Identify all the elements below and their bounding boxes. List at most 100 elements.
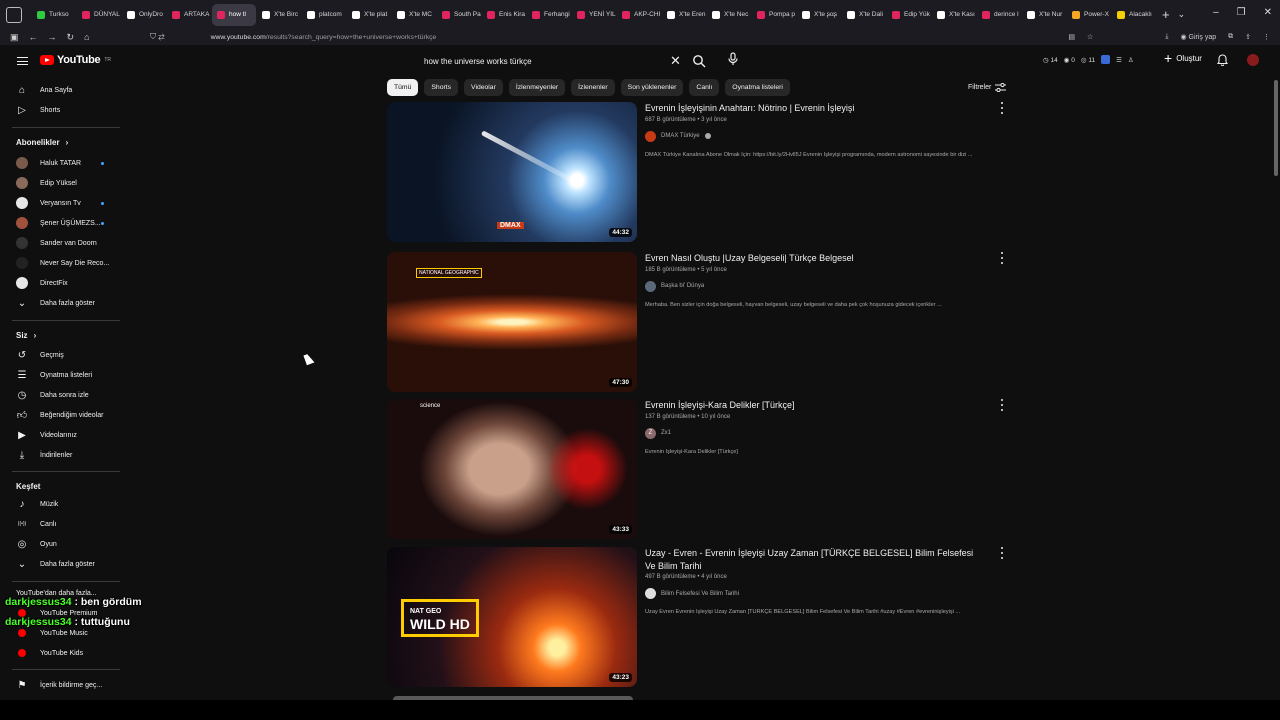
channel-link[interactable]: DMAX Türkiye [645,130,985,142]
video-title[interactable]: Evrenin İşleyişi-Kara Delikler [Türkçe] [645,399,985,412]
search-input[interactable] [416,56,656,66]
url-field[interactable]: www.youtube.com/results?search_query=how… [211,34,437,41]
browser-tab[interactable]: X'te Birc [257,4,301,26]
filter-chip[interactable]: Tümü [387,79,419,96]
browser-tab[interactable]: AKP-CHI [617,4,661,26]
bookmark-icon[interactable]: ☆ [1087,33,1093,41]
back-icon[interactable]: ← [29,32,38,43]
show-more-button[interactable]: ⌄ Daha fazla göster [16,556,116,572]
new-tab-icon[interactable]: + [1162,7,1170,22]
browser-tab[interactable]: X'te ʂαʂ [797,4,841,26]
clear-search-icon[interactable]: ✕ [670,53,681,69]
sidebar-item[interactable]: ⤓ İndirilenler [16,447,116,463]
filters-button[interactable]: Filtreler [968,83,1007,92]
video-thumbnail[interactable]: NATIONAL GEOGRAPHIC 47:30 [387,252,637,392]
video-thumbnail[interactable]: DMAX 44:32 [387,102,637,242]
extensions-icon[interactable]: ⧉ [1228,33,1233,41]
more-actions-icon[interactable] [999,252,1005,264]
more-actions-icon[interactable] [999,547,1005,559]
browser-tab[interactable]: Power-X [1067,4,1111,26]
window-menu-icon[interactable] [6,6,22,23]
account-avatar[interactable] [1247,54,1259,66]
sidebar-item[interactable]: ▶ Videolarınız [16,427,116,443]
filter-chip[interactable]: Canlı [689,79,720,96]
filter-chip[interactable]: Son yüklenenler [620,79,684,96]
video-thumbnail[interactable]: NAT GEO WILD HD 43:23 [387,547,637,687]
sidebar-section-title[interactable]: Keşfet [16,482,40,491]
browser-tab[interactable]: X'te Kası [932,4,976,26]
signin-button[interactable]: ◉ Giriş yap [1180,33,1216,41]
sidebar-item[interactable]: ☰ Oynatma listeleri [16,367,116,383]
browser-tab[interactable]: X'te MC [392,4,436,26]
browser-tab[interactable]: X'te Dali [842,4,886,26]
more-actions-icon[interactable] [999,399,1005,411]
tab-list-chevron-icon[interactable]: ⌄ [1178,9,1186,20]
reload-icon[interactable]: ↻ [67,32,75,43]
close-window-icon[interactable]: ✕ [1264,7,1272,18]
browser-tab[interactable]: X'te plat [347,4,391,26]
video-title[interactable]: Evrenin İşleyişinin Anahtarı: Nötrino | … [645,102,985,115]
filter-chip[interactable]: Oynatma listeleri [725,79,790,96]
sidebar-item[interactable]: Şener ÜŞÜMEZS... [16,215,116,231]
sidebar-item[interactable]: Veryansın Tv [16,195,116,211]
youtube-app-link[interactable]: YouTube Kids [16,645,116,661]
channel-link[interactable]: Bilim Felsefesi Ve Bilim Tarihi [645,588,985,599]
sidebar-item[interactable]: ♪ Müzik [16,496,116,512]
video-title[interactable]: Evren Nasıl Oluştu |Uzay Belgeseli| Türk… [645,252,985,265]
browser-tab[interactable]: OnlyDro [122,4,166,26]
browser-tab[interactable]: DÜNYAL [77,4,121,26]
sidebar-item[interactable]: ↺ Geçmiş [16,347,116,363]
sidebar-item[interactable]: ⚑ İçerik bildirme geç... [16,677,116,693]
filter-chip[interactable]: İzlenenler [571,79,615,96]
home-browser-icon[interactable]: ⌂ [84,32,89,43]
browser-tab[interactable]: Pompa p [752,4,796,26]
download-browser-icon[interactable]: ⤓ [1165,33,1168,41]
sidebar-toggle-icon[interactable]: ▣ [10,32,19,43]
sidebar-item[interactable]: ◎ Oyun [16,536,116,552]
sidebar-section-title[interactable]: Abonelikler › [16,138,68,147]
filter-chip[interactable]: Videolar [464,79,503,96]
sidebar-item[interactable]: Edip Yüksel [16,175,116,191]
browser-tab[interactable]: X'te Nur [1022,4,1066,26]
browser-tab[interactable]: ARTAKA [167,4,211,26]
browser-tab[interactable]: X'te Nec [707,4,751,26]
browser-tab[interactable]: YENİ YIL [572,4,616,26]
browser-tab[interactable]: Turkso [32,4,76,26]
browser-tab[interactable]: Alacaklı [1112,4,1156,26]
video-title[interactable]: Uzay - Evren - Evrenin İşleyişi Uzay Zam… [645,547,985,572]
list-icon[interactable]: ☰ [1116,56,1122,64]
sidebar-section-title[interactable]: Siz › [16,331,36,340]
browser-tab[interactable]: how tl [212,3,256,26]
reader-icon[interactable]: ▤ [1068,33,1075,41]
extension-icon[interactable] [1101,55,1111,64]
more-actions-icon[interactable] [999,102,1005,114]
show-more-button[interactable]: ⌄ Daha fazla göster [16,295,116,311]
browser-tab[interactable]: Enis Kira [482,4,526,26]
browser-tab[interactable]: Ferhangi [527,4,571,26]
browser-tab[interactable]: X'te Eren [662,4,706,26]
search-icon[interactable] [692,54,706,68]
sidebar-item[interactable]: 👍︎ Beğendiğim videolar [16,407,116,423]
guide-menu-icon[interactable] [17,57,28,65]
sidebar-item[interactable]: ((•)) Canlı [16,516,116,532]
sidebar-item[interactable]: ◷ Daha sonra izle [16,387,116,403]
page-scrollbar[interactable] [1274,80,1278,176]
trophy-icon[interactable]: ♙ [1128,56,1134,64]
site-info-icon[interactable]: ⛉ ⇄ [150,32,165,42]
notifications-bell-icon[interactable] [1217,54,1228,66]
voice-search-icon[interactable] [726,52,740,66]
sidebar-item[interactable]: Never Say Die Reco... [16,255,116,271]
channel-link[interactable]: Z Zx1 [645,427,985,439]
channel-link[interactable]: Başka bi' Dünya [645,280,985,292]
browser-tab[interactable]: platcom [302,4,346,26]
browser-menu-icon[interactable]: ⋮ [1263,33,1270,41]
sidebar-item[interactable]: ▷ Shorts [16,102,116,118]
sidebar-item[interactable]: ⌂ Ana Sayfa [16,82,116,98]
browser-tab[interactable]: Edip Yük [887,4,931,26]
sidebar-item[interactable]: DirectFix [16,275,116,291]
youtube-logo[interactable]: YouTube TR [40,54,111,66]
video-thumbnail[interactable]: science 43:33 [387,399,637,539]
create-button[interactable]: + Oluştur [1164,51,1202,65]
forward-icon[interactable]: → [48,32,57,43]
browser-tab[interactable]: derince l [977,4,1021,26]
